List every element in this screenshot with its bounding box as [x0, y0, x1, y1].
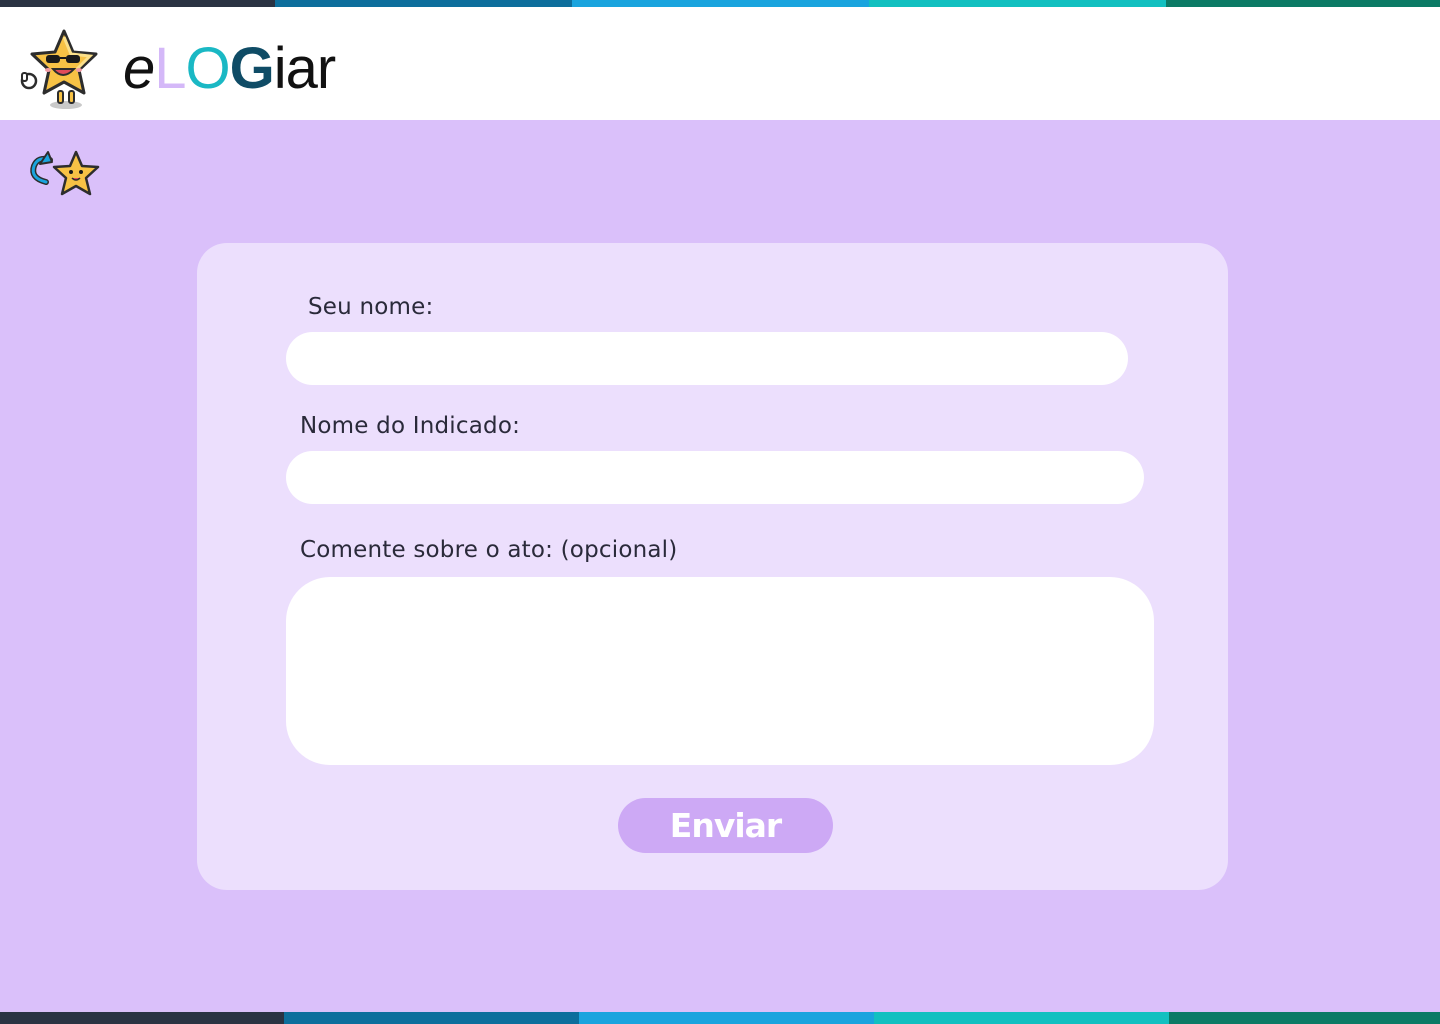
bottom-color-stripe — [0, 1012, 1440, 1024]
brand-o: O — [185, 36, 231, 101]
comment-textarea[interactable] — [286, 577, 1154, 765]
name-input[interactable] — [286, 332, 1128, 385]
brand-l: L — [154, 36, 186, 101]
brand-g: G — [229, 36, 275, 101]
star-mascot-sunglasses-icon — [20, 29, 98, 109]
nominee-input[interactable] — [286, 451, 1144, 504]
submit-button[interactable]: Enviar — [618, 798, 833, 853]
brand-logo: eLOGiar — [123, 36, 336, 101]
brand-e: e — [123, 36, 155, 101]
brand-rest: iar — [273, 36, 336, 101]
back-arrow-star-icon — [30, 150, 100, 196]
top-color-stripe — [0, 0, 1440, 7]
nominee-label: Nome do Indicado: — [300, 413, 521, 439]
comment-label: Comente sobre o ato: (opcional) — [300, 537, 678, 563]
app-header: eLOGiar — [0, 7, 1440, 120]
back-button[interactable] — [26, 148, 102, 202]
nomination-form-card: Seu nome: Nome do Indicado: Comente sobr… — [197, 243, 1228, 890]
name-label: Seu nome: — [308, 294, 434, 320]
